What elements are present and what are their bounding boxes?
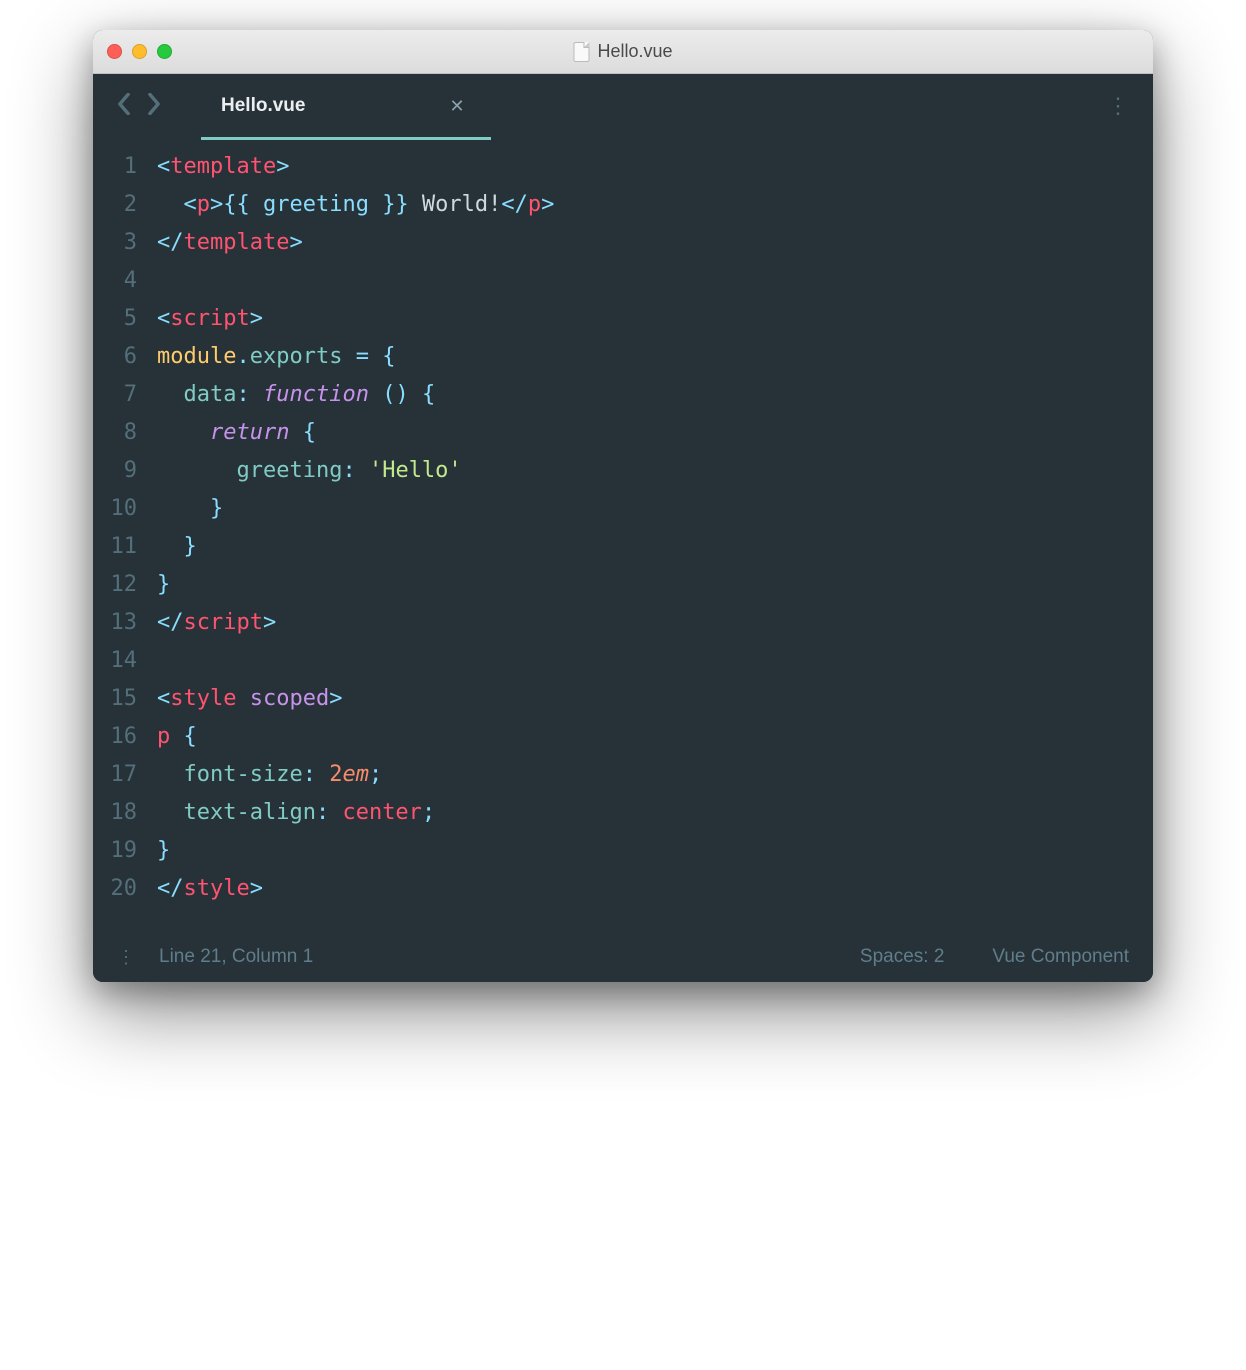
close-window-button[interactable] — [107, 44, 122, 59]
code-line[interactable]: </script> — [157, 604, 1153, 642]
code-line[interactable]: module.exports = { — [157, 338, 1153, 376]
tab-overflow-icon[interactable]: ⋮ — [1107, 93, 1129, 119]
line-number: 16 — [93, 718, 137, 756]
line-number: 14 — [93, 642, 137, 680]
window-title-text: Hello.vue — [597, 41, 672, 62]
maximize-window-button[interactable] — [157, 44, 172, 59]
line-number: 13 — [93, 604, 137, 642]
code-line[interactable]: } — [157, 490, 1153, 528]
code-line[interactable]: } — [157, 566, 1153, 604]
line-number: 6 — [93, 338, 137, 376]
tab-active-indicator — [201, 137, 491, 140]
language-mode[interactable]: Vue Component — [992, 946, 1129, 968]
indent-setting[interactable]: Spaces: 2 — [860, 946, 945, 968]
line-number: 20 — [93, 870, 137, 908]
code-line[interactable]: <p>{{ greeting }} World!</p> — [157, 186, 1153, 224]
line-number: 17 — [93, 756, 137, 794]
tab-close-icon[interactable]: ✕ — [449, 96, 464, 117]
code-line[interactable]: greeting: 'Hello' — [157, 452, 1153, 490]
line-number: 9 — [93, 452, 137, 490]
line-number: 18 — [93, 794, 137, 832]
code-line[interactable]: <style scoped> — [157, 680, 1153, 718]
editor-area[interactable]: 1234567891011121314151617181920 <templat… — [93, 138, 1153, 932]
tabbar: Hello.vue ✕ ⋮ — [93, 74, 1153, 138]
minimize-window-button[interactable] — [132, 44, 147, 59]
line-number: 7 — [93, 376, 137, 414]
line-number: 12 — [93, 566, 137, 604]
code-line[interactable]: </style> — [157, 870, 1153, 908]
tab-label: Hello.vue — [221, 95, 305, 117]
code-line[interactable]: } — [157, 528, 1153, 566]
line-number: 19 — [93, 832, 137, 870]
line-number: 5 — [93, 300, 137, 338]
line-number: 1 — [93, 148, 137, 186]
code-line[interactable]: } — [157, 832, 1153, 870]
line-number: 10 — [93, 490, 137, 528]
traffic-lights — [107, 44, 172, 59]
nav-forward-button[interactable] — [147, 93, 161, 120]
line-number: 4 — [93, 262, 137, 300]
titlebar: Hello.vue — [93, 30, 1153, 74]
line-number: 11 — [93, 528, 137, 566]
tab-hello-vue[interactable]: Hello.vue ✕ — [201, 74, 485, 138]
code-line[interactable]: p { — [157, 718, 1153, 756]
line-number: 8 — [93, 414, 137, 452]
editor-window: Hello.vue Hello.vue ✕ ⋮ 1234567891011121… — [93, 30, 1153, 982]
code-line[interactable]: return { — [157, 414, 1153, 452]
code-line[interactable]: text-align: center; — [157, 794, 1153, 832]
statusbar-menu-icon[interactable]: ⋮ — [117, 947, 135, 968]
code-content[interactable]: <template> <p>{{ greeting }} World!</p><… — [157, 148, 1153, 908]
window-title: Hello.vue — [573, 41, 672, 62]
line-number: 15 — [93, 680, 137, 718]
code-line[interactable]: data: function () { — [157, 376, 1153, 414]
code-line[interactable] — [157, 642, 1153, 680]
code-line[interactable]: <template> — [157, 148, 1153, 186]
gutter: 1234567891011121314151617181920 — [93, 148, 157, 908]
nav-chevrons — [109, 93, 169, 120]
code-line[interactable]: font-size: 2em; — [157, 756, 1153, 794]
code-line[interactable]: <script> — [157, 300, 1153, 338]
nav-back-button[interactable] — [117, 93, 131, 120]
document-icon — [573, 42, 589, 62]
line-number: 3 — [93, 224, 137, 262]
code-line[interactable]: </template> — [157, 224, 1153, 262]
statusbar: ⋮ Line 21, Column 1 Spaces: 2 Vue Compon… — [93, 932, 1153, 982]
code-line[interactable] — [157, 262, 1153, 300]
cursor-position[interactable]: Line 21, Column 1 — [159, 946, 313, 968]
line-number: 2 — [93, 186, 137, 224]
